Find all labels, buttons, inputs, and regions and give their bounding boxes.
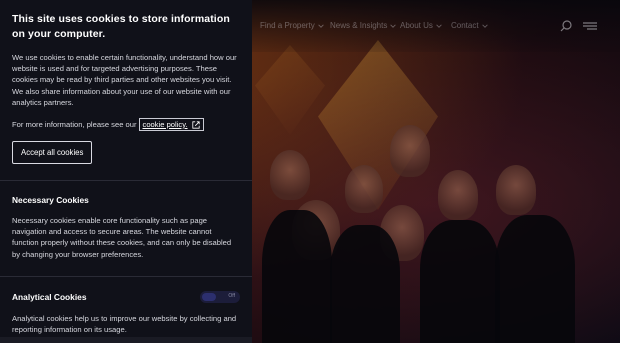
analytical-cookies-header: Analytical Cookies Off	[12, 290, 240, 303]
external-link-icon	[191, 120, 200, 129]
search-icon[interactable]	[560, 20, 572, 32]
cookie-title: This site uses cookies to store informat…	[12, 13, 230, 40]
nav-label: News & Insights	[330, 21, 388, 30]
chevron-down-icon	[390, 23, 397, 28]
analytical-cookies-text: Analytical cookies help us to improve ou…	[12, 313, 237, 335]
divider	[0, 180, 252, 182]
person	[390, 125, 430, 177]
toggle-knob	[202, 292, 216, 301]
person	[438, 170, 478, 220]
person	[345, 165, 383, 213]
necessary-cookies-text: Necessary cookies enable core functional…	[12, 216, 232, 259]
nav-news-insights[interactable]: News & Insights	[330, 21, 397, 30]
nav-find-property[interactable]: Find a Property	[260, 21, 324, 30]
person	[270, 150, 310, 200]
stage-decoration	[255, 45, 325, 135]
analytical-cookies-title: Analytical Cookies	[12, 291, 87, 302]
divider	[0, 275, 252, 277]
cookie-consent-panel: This site uses cookies to store informat…	[0, 0, 252, 343]
menu-icon[interactable]	[582, 20, 598, 32]
cookie-policy-line: For more information, please see our coo…	[12, 118, 240, 132]
accept-all-cookies-button[interactable]: Accept all cookies	[12, 141, 93, 165]
nav-contact[interactable]: Contact	[451, 21, 488, 30]
nav-about-us[interactable]: About Us	[400, 21, 442, 30]
cookie-policy-link-label: cookie policy.	[142, 120, 188, 130]
person-suit	[330, 225, 400, 343]
panel-bottom-divider	[0, 337, 252, 343]
nav-label: Find a Property	[260, 21, 315, 30]
person-suit	[495, 215, 575, 343]
chevron-down-icon	[481, 23, 488, 28]
cookie-policy-link[interactable]: cookie policy.	[138, 118, 204, 132]
toggle-label: Off	[228, 292, 235, 299]
top-navigation: Find a Property News & Insights About Us…	[252, 0, 620, 52]
person	[496, 165, 536, 215]
nav-label: About Us	[400, 21, 433, 30]
chevron-down-icon	[436, 23, 442, 28]
person-suit	[262, 210, 332, 343]
nav-label: Contact	[451, 21, 479, 30]
analytical-cookies-toggle[interactable]: Off	[200, 290, 240, 303]
cookie-intro-text: We use cookies to enable certain functio…	[12, 53, 237, 107]
chevron-down-icon	[317, 23, 324, 28]
cookie-policy-prefix: For more information, please see our	[12, 120, 137, 130]
necessary-cookies-title: Necessary Cookies	[12, 195, 89, 206]
person-suit	[420, 220, 500, 343]
